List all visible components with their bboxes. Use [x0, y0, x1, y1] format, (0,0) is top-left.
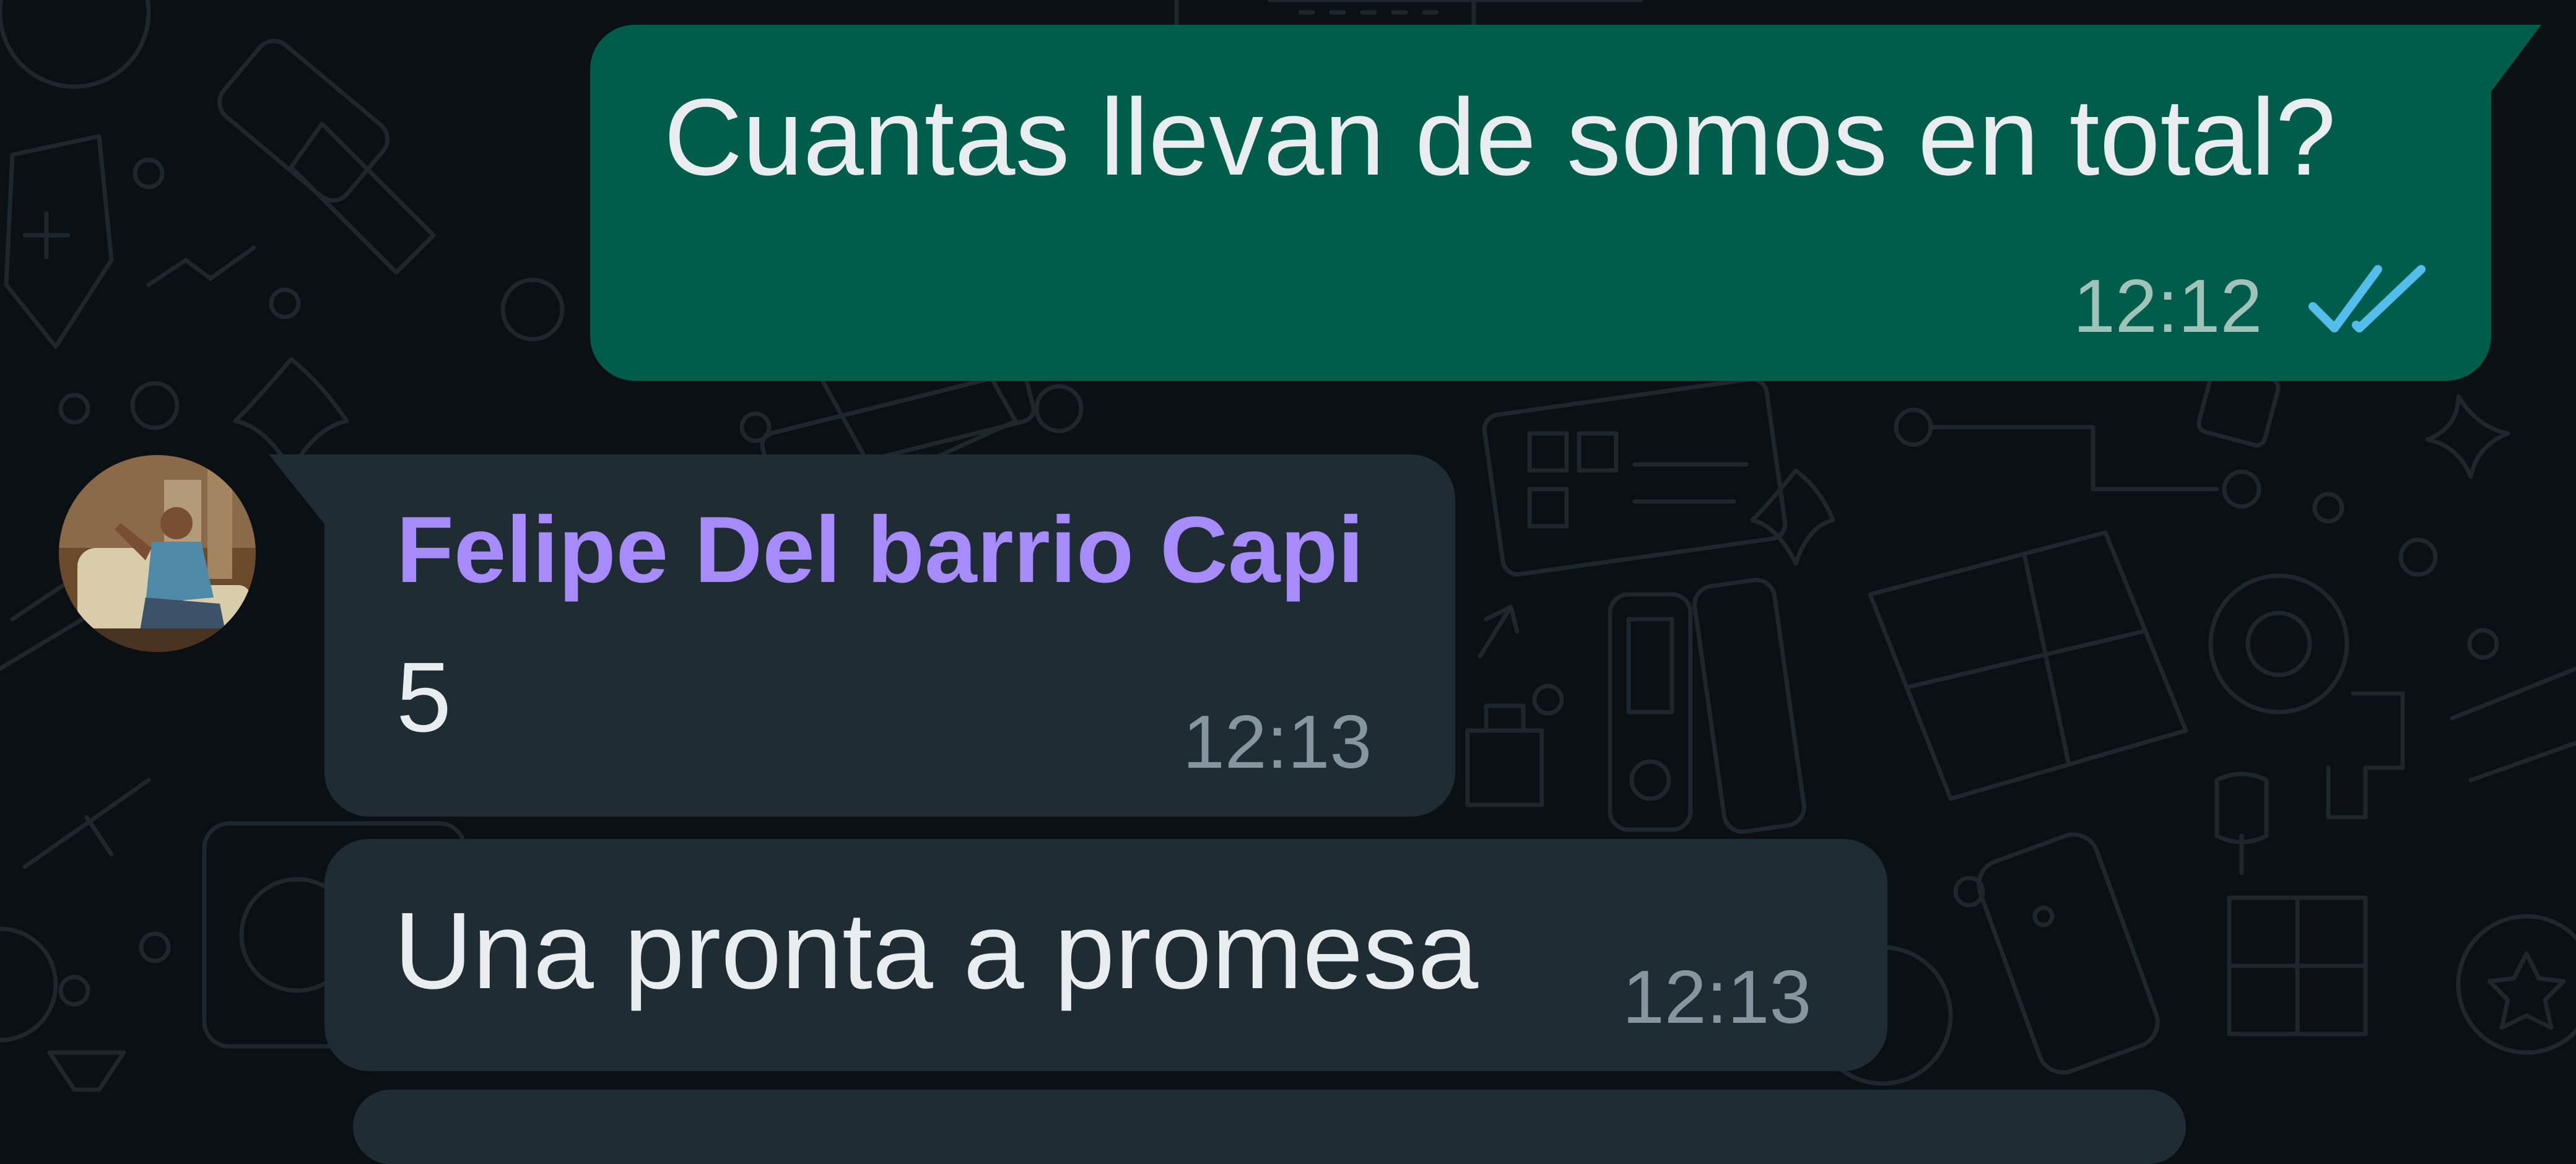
double-check-read-icon: [2308, 265, 2426, 332]
outgoing-bubble-tail: [2486, 25, 2541, 99]
sender-avatar[interactable]: [59, 455, 256, 652]
incoming-bubble-tail: [269, 454, 328, 529]
outgoing-message-time: 12:12: [2073, 264, 2263, 348]
outgoing-message-text: Cuantas llevan de somos en total?: [664, 77, 2336, 198]
incoming-message-time: 12:13: [1183, 700, 1372, 784]
avatar-photo: [59, 455, 256, 652]
incoming-message-text: 5: [396, 641, 451, 752]
sender-name[interactable]: Felipe Del barrio Capi: [396, 495, 1364, 604]
incoming-message-text: Una pronta a promesa: [394, 890, 1479, 1012]
incoming-message-time: 12:13: [1622, 955, 1812, 1039]
incoming-message-bubble-partial[interactable]: [353, 1090, 2186, 1164]
